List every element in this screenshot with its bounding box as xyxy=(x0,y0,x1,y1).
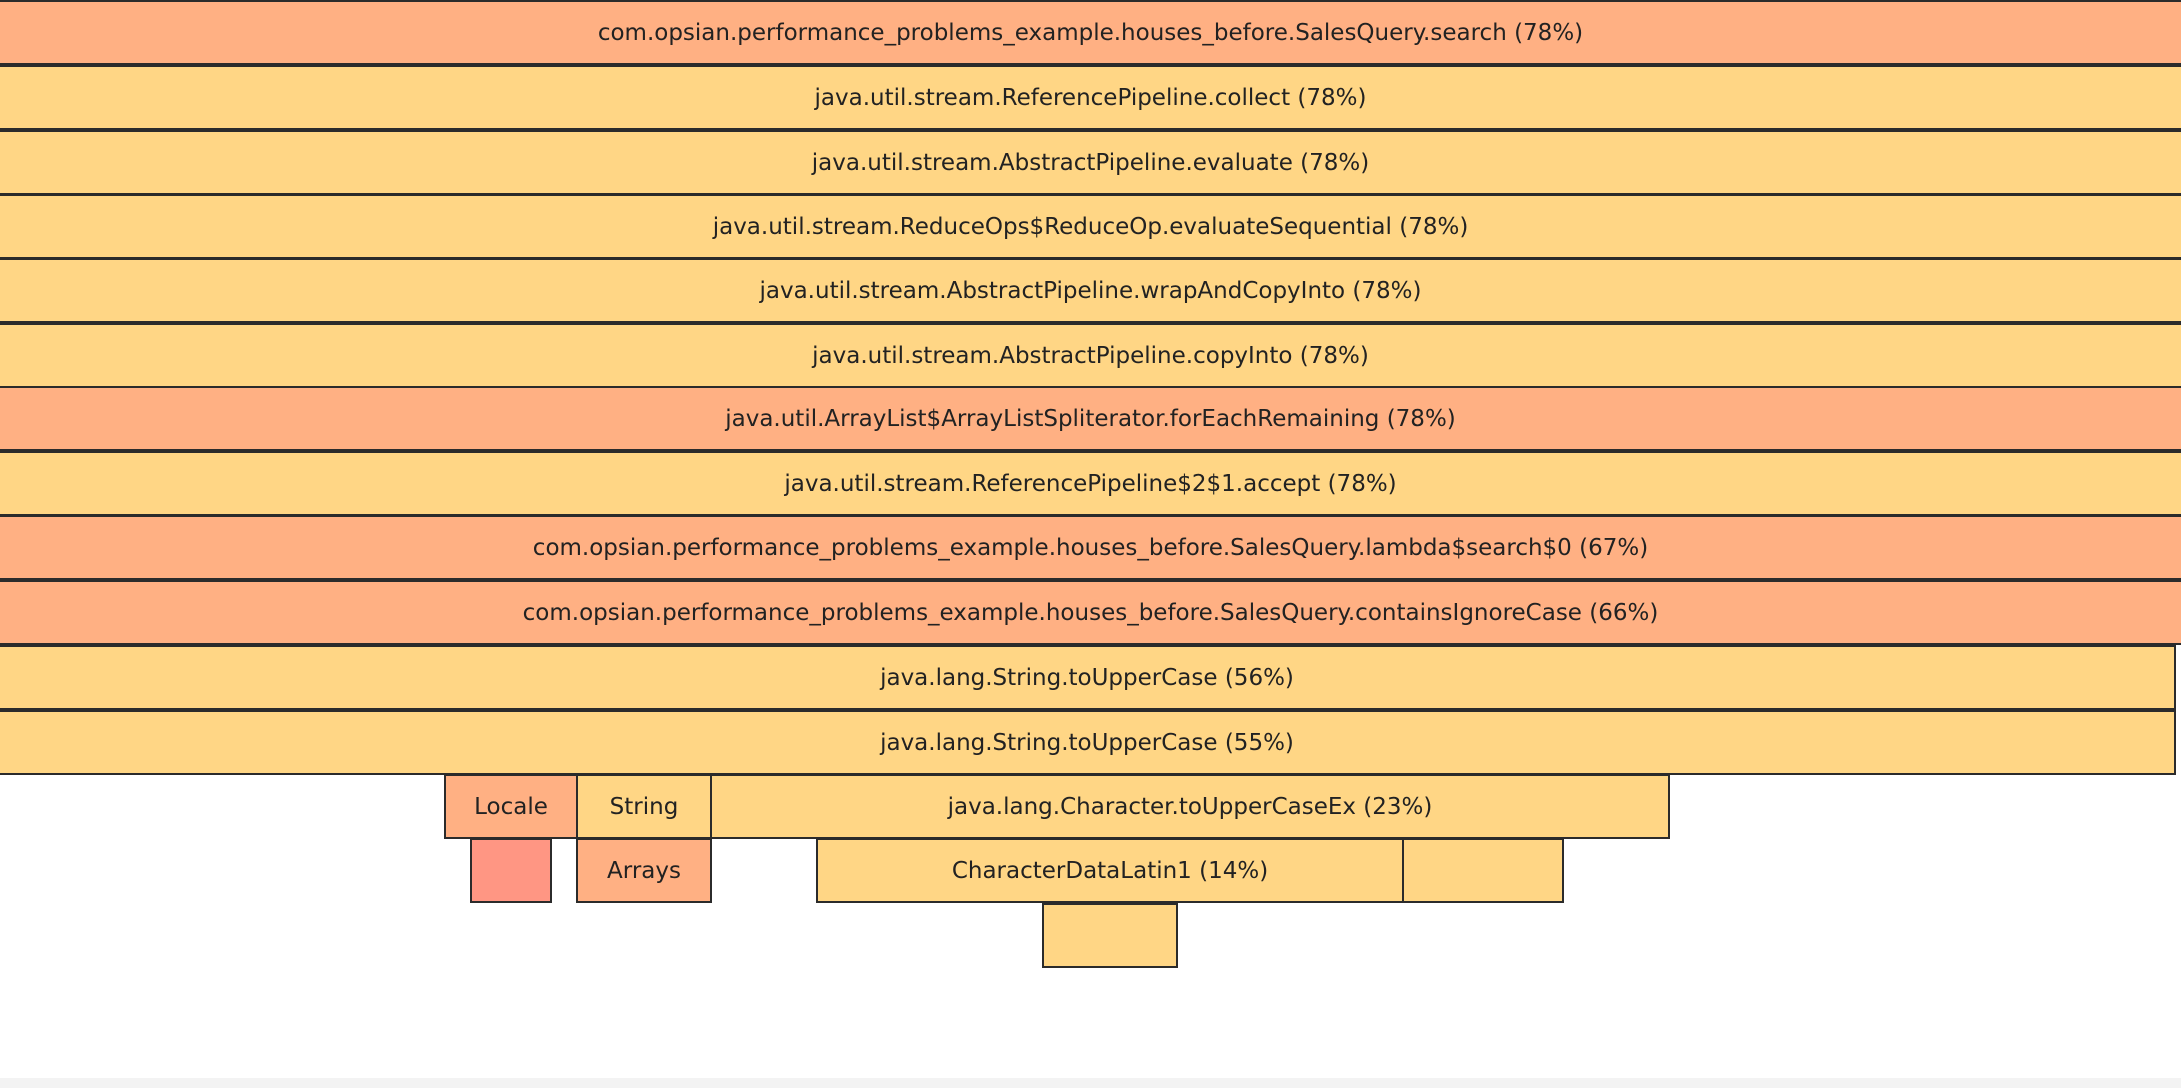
frame-unlabeled-right[interactable] xyxy=(1402,838,1564,903)
frame-salesquery-search[interactable]: com.opsian.performance_problems_example.… xyxy=(0,0,2181,65)
frame-arrays[interactable]: Arrays xyxy=(576,838,712,903)
frame-reduceops-evaluatesequential[interactable]: java.util.stream.ReduceOps$ReduceOp.eval… xyxy=(0,194,2181,259)
frame-unlabeled-red[interactable] xyxy=(470,838,552,903)
bottom-strip xyxy=(0,1078,2181,1088)
flame-graph: com.opsian.performance_problems_example.… xyxy=(0,0,2181,1088)
frame-abstractpipeline-evaluate[interactable]: java.util.stream.AbstractPipeline.evalua… xyxy=(0,130,2181,195)
frame-locale[interactable]: Locale xyxy=(444,774,578,839)
frame-referencepipeline-collect[interactable]: java.util.stream.ReferencePipeline.colle… xyxy=(0,65,2181,130)
frame-string-touppercase-56[interactable]: java.lang.String.toUpperCase (56%) xyxy=(0,645,2176,710)
frame-string[interactable]: String xyxy=(576,774,712,839)
frame-characterdatalatin1[interactable]: CharacterDataLatin1 (14%) xyxy=(816,838,1404,903)
frame-string-touppercase-55[interactable]: java.lang.String.toUpperCase (55%) xyxy=(0,710,2176,775)
frame-referencepipeline-accept[interactable]: java.util.stream.ReferencePipeline$2$1.a… xyxy=(0,451,2181,516)
frame-unlabeled-bottom[interactable] xyxy=(1042,903,1178,968)
frame-salesquery-containsignorecase[interactable]: com.opsian.performance_problems_example.… xyxy=(0,580,2181,645)
frame-abstractpipeline-copyinto[interactable]: java.util.stream.AbstractPipeline.copyIn… xyxy=(0,323,2181,388)
frame-arraylistspliterator-foreachremaining[interactable]: java.util.ArrayList$ArrayListSpliterator… xyxy=(0,386,2181,451)
frame-character-touppercaseex[interactable]: java.lang.Character.toUpperCaseEx (23%) xyxy=(710,774,1670,839)
frame-abstractpipeline-wrapandcopyinto[interactable]: java.util.stream.AbstractPipeline.wrapAn… xyxy=(0,258,2181,323)
frame-salesquery-lambda-search[interactable]: com.opsian.performance_problems_example.… xyxy=(0,515,2181,580)
